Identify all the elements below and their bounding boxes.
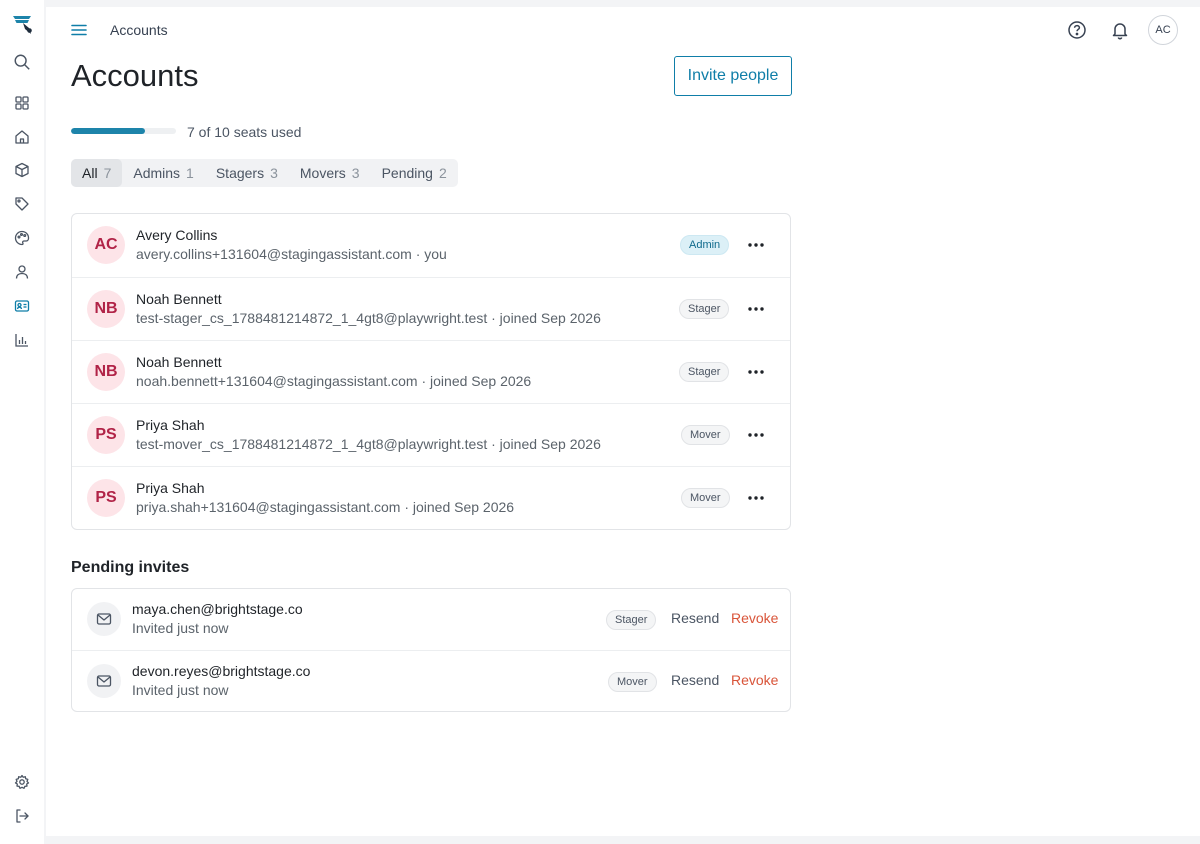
member-avatar: AC (87, 226, 125, 264)
resend-button[interactable]: Resend (671, 672, 719, 688)
breadcrumb: Accounts (110, 22, 168, 38)
member-row: PS Priya Shah priya.shah+131604@staginga… (72, 466, 790, 529)
tab-count: 3 (351, 165, 360, 181)
role-badge: Mover (608, 672, 657, 692)
palette-icon[interactable] (11, 227, 33, 249)
member-name: Noah Bennett (136, 354, 222, 370)
main-panel: Accounts AC Accounts Invite people 7 of … (46, 7, 1200, 836)
members-list: AC Avery Collins avery.collins+131604@st… (71, 213, 791, 530)
tab-pending[interactable]: Pending 2 (371, 159, 458, 187)
id-card-icon[interactable] (11, 295, 33, 317)
seats-used-text: 7 of 10 seats used (187, 124, 302, 140)
logout-icon[interactable] (11, 805, 33, 827)
tab-label: Stagers (215, 165, 265, 181)
member-email: priya.shah+131604@stagingassistant.com ·… (136, 499, 515, 515)
member-email: test-stager_cs_1788481214872_1_4gt8@play… (136, 310, 601, 326)
mail-icon (87, 664, 121, 698)
tab-label: Admins (133, 165, 181, 181)
tab-label: All (82, 165, 98, 181)
member-row: PS Priya Shah test-mover_cs_178848121487… (72, 403, 790, 466)
member-email: noah.bennett+131604@stagingassistant.com… (136, 373, 532, 389)
invite-people-button[interactable]: Invite people (674, 56, 792, 96)
invite-row: maya.chen@brightstage.co Invited just no… (72, 589, 790, 650)
member-avatar: PS (87, 479, 125, 517)
tag-icon[interactable] (11, 193, 33, 215)
seats-progress-bar (71, 128, 176, 134)
mail-icon (87, 602, 121, 636)
help-icon[interactable] (1066, 19, 1088, 41)
grid-icon[interactable] (11, 92, 33, 114)
tab-count: 1 (186, 165, 194, 181)
role-badge: Admin (680, 235, 730, 255)
user-avatar[interactable]: AC (1148, 15, 1178, 45)
member-row: NB Noah Bennett test-stager_cs_178848121… (72, 277, 790, 340)
revoke-button[interactable]: Revoke (731, 610, 778, 626)
tab-count: 3 (270, 165, 278, 181)
tab-label: Movers (299, 165, 346, 181)
bell-icon[interactable] (1109, 19, 1131, 41)
role-filter-tabs: All 7 Admins 1 Stagers 3 Movers 3 Pending 2 (71, 159, 458, 187)
role-badge: Stager (606, 610, 657, 630)
tab-admins[interactable]: Admins 1 (122, 159, 204, 187)
logo-icon[interactable] (11, 12, 33, 34)
page-title: Accounts (71, 58, 199, 93)
member-row: AC Avery Collins avery.collins+131604@st… (72, 214, 790, 277)
tab-label: Pending (381, 165, 433, 181)
member-email: avery.collins+131604@stagingassistant.co… (136, 246, 447, 262)
invite-status: Invited just now (132, 682, 229, 698)
pending-invites-heading: Pending invites (71, 559, 190, 576)
revoke-button[interactable]: Revoke (731, 672, 778, 688)
invite-email: devon.reyes@brightstage.co (132, 663, 311, 679)
more-options-icon[interactable] (746, 235, 766, 255)
invite-row: devon.reyes@brightstage.co Invited just … (72, 650, 790, 711)
tab-movers[interactable]: Movers 3 (289, 159, 371, 187)
more-options-icon[interactable] (746, 425, 766, 445)
box-icon[interactable] (11, 159, 33, 181)
member-row: NB Noah Bennett noah.bennett+131604@stag… (72, 340, 790, 403)
sidebar (0, 0, 44, 844)
more-options-icon[interactable] (746, 299, 766, 319)
tab-all[interactable]: All 7 (71, 159, 123, 187)
role-badge: Mover (681, 425, 730, 445)
home-icon[interactable] (11, 126, 33, 148)
bar-chart-icon[interactable] (11, 329, 33, 351)
member-name: Priya Shah (136, 417, 205, 433)
tab-stagers[interactable]: Stagers 3 (205, 159, 289, 187)
role-badge: Stager (679, 299, 730, 319)
gear-icon[interactable] (11, 771, 33, 793)
role-badge: Mover (681, 488, 730, 508)
pending-invites-list: maya.chen@brightstage.co Invited just no… (71, 588, 791, 712)
member-email: test-mover_cs_1788481214872_1_4gt8@playw… (136, 436, 601, 452)
tab-count: 2 (438, 165, 447, 181)
role-badge: Stager (679, 362, 730, 382)
invite-status: Invited just now (132, 620, 229, 636)
more-options-icon[interactable] (746, 488, 766, 508)
menu-icon[interactable] (70, 21, 88, 39)
resend-button[interactable]: Resend (671, 610, 719, 626)
member-name: Noah Bennett (136, 291, 222, 307)
member-name: Priya Shah (136, 480, 205, 496)
more-options-icon[interactable] (746, 362, 766, 382)
invite-email: maya.chen@brightstage.co (132, 601, 303, 617)
member-name: Avery Collins (136, 227, 218, 243)
member-avatar: PS (87, 416, 125, 454)
user-icon[interactable] (11, 261, 33, 283)
tab-count: 7 (103, 165, 112, 181)
member-avatar: NB (87, 290, 125, 328)
search-icon[interactable] (11, 51, 33, 73)
member-avatar: NB (87, 353, 125, 391)
seats-progress-fill (71, 128, 145, 134)
